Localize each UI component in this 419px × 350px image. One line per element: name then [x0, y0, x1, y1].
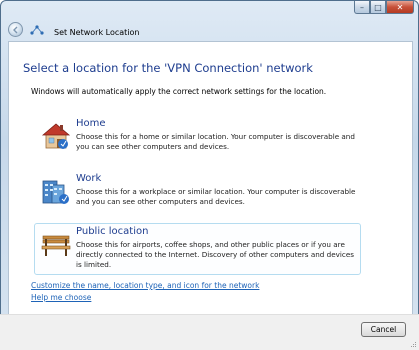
- option-work-title: Work: [76, 173, 102, 184]
- option-work-description: Choose this for a workplace or similar l…: [76, 187, 356, 206]
- option-work[interactable]: Work Choose this for a workplace or simi…: [34, 170, 361, 222]
- park-bench-icon: [41, 235, 71, 256]
- back-button[interactable]: [8, 22, 23, 37]
- house-icon: [41, 123, 71, 149]
- maximize-button[interactable]: □: [370, 1, 386, 14]
- title-bar[interactable]: Set Network Location – □ ✕: [1, 1, 418, 41]
- footer-bar: [0, 314, 419, 350]
- help-me-choose-link[interactable]: Help me choose: [31, 293, 91, 302]
- back-arrow-icon: [13, 26, 18, 34]
- option-public-title: Public location: [76, 226, 149, 237]
- option-home[interactable]: Home Choose this for a home or similar l…: [34, 115, 361, 167]
- network-icon: [30, 25, 44, 35]
- minimize-button[interactable]: –: [354, 1, 370, 14]
- option-public-description: Choose this for airports, coffee shops, …: [76, 240, 354, 269]
- intro-text: Windows will automatically apply the cor…: [31, 87, 327, 96]
- close-button[interactable]: ✕: [386, 1, 414, 14]
- option-home-description: Choose this for a home or similar locati…: [76, 132, 355, 151]
- window-title: Set Network Location: [54, 28, 140, 37]
- customize-network-link[interactable]: Customize the name, location type, and i…: [31, 281, 259, 290]
- page-title: Select a location for the 'VPN Connectio…: [23, 61, 313, 75]
- office-building-icon: [42, 180, 69, 204]
- option-public-location[interactable]: Public location Choose this for airports…: [34, 223, 361, 275]
- cancel-button[interactable]: Cancel: [361, 322, 406, 337]
- resize-grip-icon[interactable]: [409, 340, 417, 348]
- option-home-title: Home: [76, 118, 106, 129]
- window-controls: – □ ✕: [354, 1, 414, 15]
